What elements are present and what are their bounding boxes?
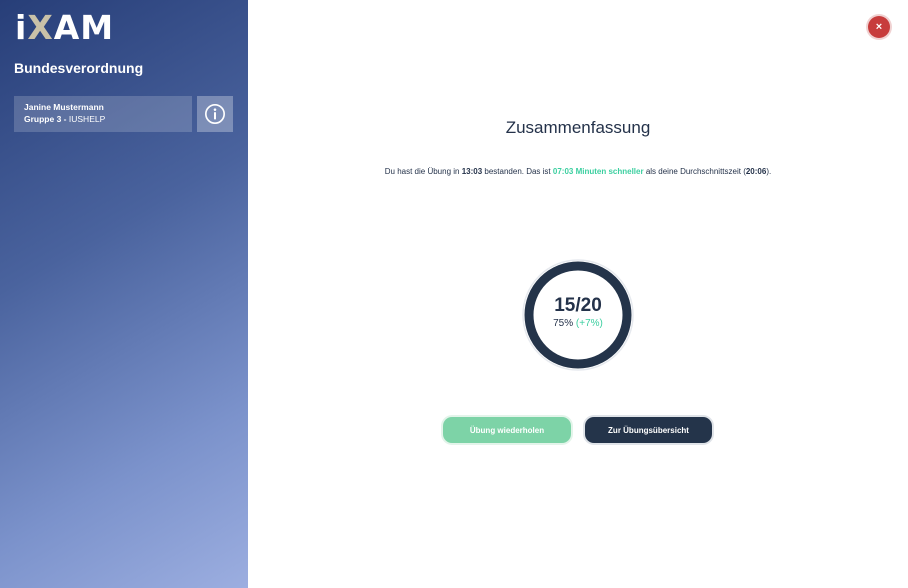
- ixam-logo[interactable]: iXAM: [15, 10, 114, 46]
- score-ring: 15/20 75% (+7%): [519, 259, 637, 371]
- exercise-overview-button[interactable]: Zur Übungsübersicht: [585, 417, 712, 443]
- user-group-code: IUSHELP: [68, 114, 106, 124]
- summary-part2: bestanden. Das ist: [482, 167, 553, 176]
- course-title: Bundesverordnung: [14, 60, 144, 76]
- percent-value: 75%: [553, 318, 574, 329]
- summary-text: Du hast die Übung in 13:03 bestanden. Da…: [248, 167, 908, 176]
- page-title: Zusammenfassung: [505, 118, 651, 137]
- score-value: 15/20: [554, 295, 602, 316]
- summary-part1: Du hast die Übung in: [384, 167, 462, 176]
- logo-text-am: AM: [53, 8, 115, 47]
- logo-text-x: X: [27, 8, 54, 47]
- score-percent: 75% (+7%): [519, 318, 637, 329]
- summary-average-time: 20:06: [745, 167, 767, 176]
- info-button[interactable]: [197, 96, 233, 132]
- summary-time: 13:03: [461, 167, 483, 176]
- summary-part4: ).: [766, 167, 772, 176]
- user-group: Gruppe 3 - IUSHELP: [24, 113, 182, 125]
- summary-faster: 07:03 Minuten schneller: [552, 167, 644, 176]
- summary-part3: als deine Durchschnittszeit (: [643, 167, 746, 176]
- repeat-exercise-button[interactable]: Übung wiederholen: [443, 417, 571, 443]
- percent-delta: (+7%): [575, 318, 603, 329]
- user-group-label: Gruppe 3 -: [24, 114, 67, 124]
- close-icon: ×: [875, 21, 883, 33]
- sidebar: iXAM Bundesverordnung Janine Mustermann …: [0, 0, 248, 588]
- user-name: Janine Mustermann: [24, 102, 104, 112]
- close-button[interactable]: ×: [868, 16, 890, 38]
- info-circle-icon: [205, 104, 225, 124]
- user-card: Janine Mustermann Gruppe 3 - IUSHELP: [14, 96, 192, 132]
- logo-text-i: i: [15, 8, 28, 47]
